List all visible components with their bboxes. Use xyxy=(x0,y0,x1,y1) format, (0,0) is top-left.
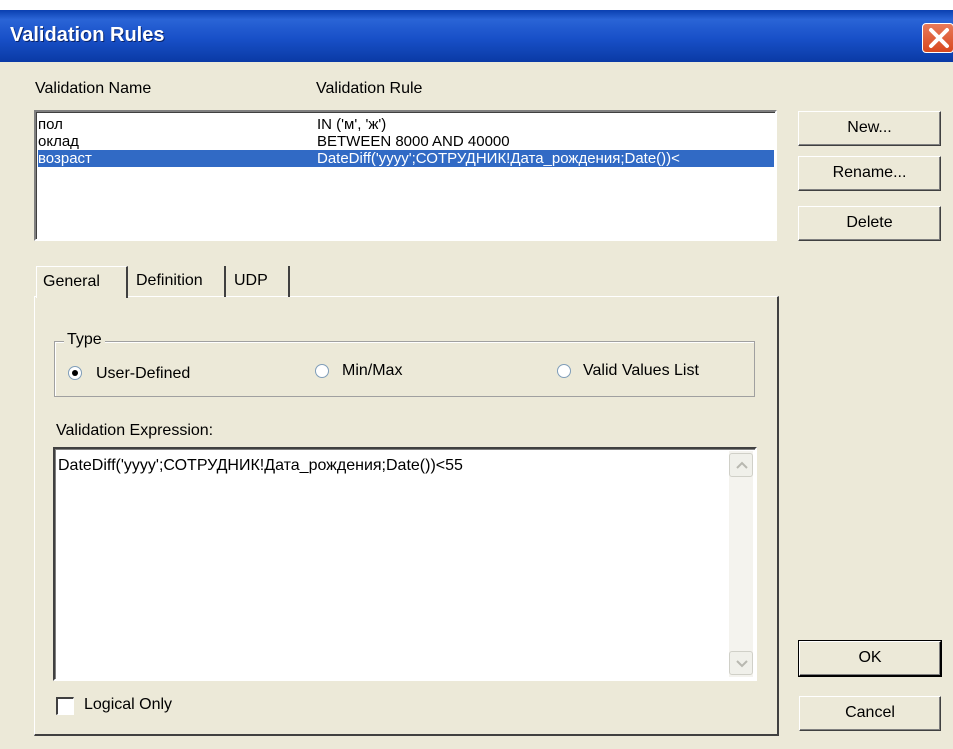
rule-name: оклад xyxy=(38,133,79,150)
ok-button[interactable]: OK xyxy=(798,640,942,677)
delete-button[interactable]: Delete xyxy=(798,206,941,241)
type-group-label: Type xyxy=(64,331,105,349)
chevron-up-icon xyxy=(736,461,748,469)
logical-only-label[interactable]: Logical Only xyxy=(84,696,172,714)
chevron-down-icon xyxy=(736,660,748,668)
logical-only-checkbox[interactable] xyxy=(56,697,74,715)
tab-definition[interactable]: Definition xyxy=(130,266,226,297)
tab-udp[interactable]: UDP xyxy=(228,266,290,297)
close-icon xyxy=(929,28,949,48)
tab-general[interactable]: General xyxy=(36,266,128,298)
expression-text[interactable]: DateDiff('yyyy';СОТРУДНИК!Дата_рождения;… xyxy=(58,457,463,475)
rule-expression: BETWEEN 8000 AND 40000 xyxy=(317,133,510,150)
window-title: Validation Rules xyxy=(10,24,165,46)
list-item-selected[interactable]: возраст DateDiff('yyyy';СОТРУДНИК!Дата_р… xyxy=(38,150,774,167)
title-bar[interactable]: Validation Rules xyxy=(0,10,953,62)
radio-user-defined[interactable] xyxy=(68,366,82,380)
list-item[interactable]: пол IN ('м', 'ж') xyxy=(38,116,774,133)
new-button[interactable]: New... xyxy=(798,111,941,146)
radio-label-user-defined[interactable]: User-Defined xyxy=(96,365,190,383)
scroll-up-button[interactable] xyxy=(729,453,753,477)
radio-min-max[interactable] xyxy=(315,364,329,378)
rule-name: пол xyxy=(38,116,63,133)
cancel-button[interactable]: Cancel xyxy=(799,696,941,731)
validation-expression-label: Validation Expression: xyxy=(56,422,214,439)
column-header-name[interactable]: Validation Name xyxy=(35,80,151,98)
radio-valid-values-list[interactable] xyxy=(557,364,571,378)
rule-expression: DateDiff('yyyy';СОТРУДНИК!Дата_рождения;… xyxy=(317,150,680,167)
column-header-rule[interactable]: Validation Rule xyxy=(316,80,422,98)
radio-label-min-max[interactable]: Min/Max xyxy=(342,362,402,380)
list-item[interactable]: оклад BETWEEN 8000 AND 40000 xyxy=(38,133,774,150)
rule-name: возраст xyxy=(38,150,92,167)
scroll-down-button[interactable] xyxy=(729,651,753,675)
desktop-strip xyxy=(0,0,953,10)
rename-button[interactable]: Rename... xyxy=(798,156,941,191)
vertical-scrollbar[interactable] xyxy=(729,451,753,677)
validation-expression-input[interactable]: DateDiff('yyyy';СОТРУДНИК!Дата_рождения;… xyxy=(53,447,757,681)
radio-label-valid-values-list[interactable]: Valid Values List xyxy=(583,362,699,380)
rule-expression: IN ('м', 'ж') xyxy=(317,116,387,133)
validation-list[interactable]: пол IN ('м', 'ж') оклад BETWEEN 8000 AND… xyxy=(34,110,777,241)
close-button[interactable] xyxy=(922,23,953,53)
